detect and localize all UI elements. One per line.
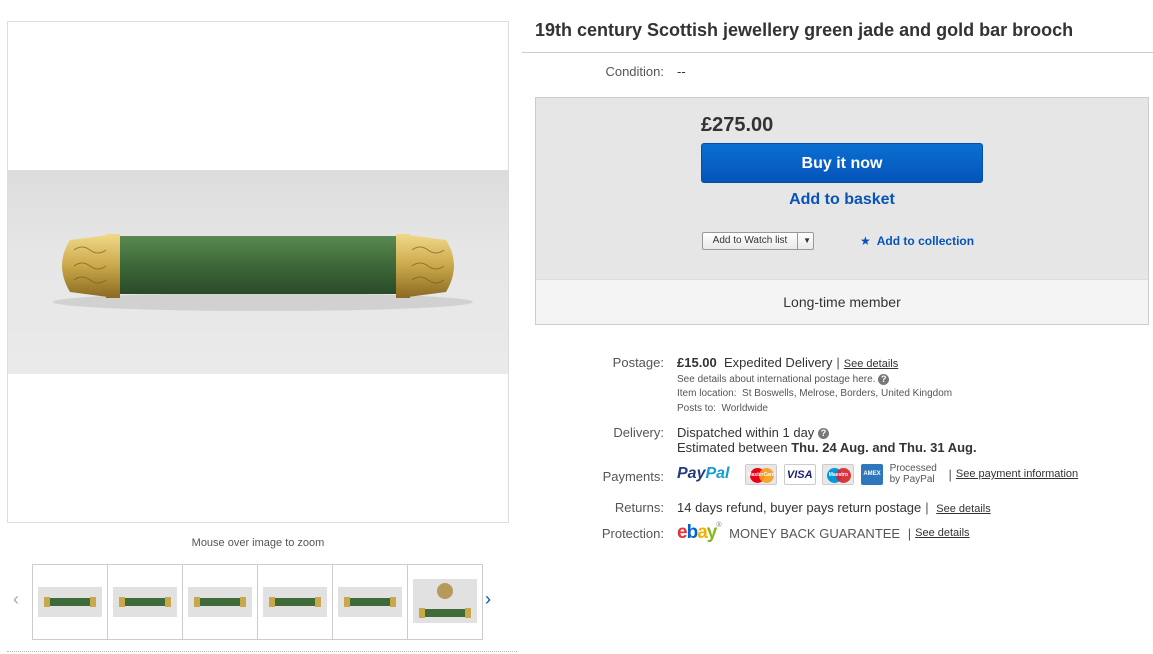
brooch-illustration [53,234,473,311]
thumbnail-5[interactable] [332,564,408,640]
thumbnail-3[interactable] [182,564,258,640]
ebay-logo-b: b [686,522,699,543]
condition-label: Condition: [605,64,664,79]
postage-see-details-link[interactable]: See details [844,358,898,370]
help-icon[interactable]: ? [878,374,890,385]
estimated-range: Thu. 24 Aug. and Thu. 31 Aug. [791,440,977,455]
protection-see-details-link[interactable]: See details [915,527,969,539]
brooch-photo [8,170,508,374]
seller-member-status: Long-time member [536,279,1148,324]
protection-row: ebay® MONEY BACK GUARANTEE | See details [677,522,970,543]
add-to-collection-label[interactable]: Add to collection [877,234,974,248]
processed-line2: by PayPal [889,474,935,485]
postage-row: £15.00 Expedited Delivery | See details [677,355,899,370]
returns-text: 14 days refund, buyer pays return postag… [677,500,922,515]
zoom-hint: Mouse over image to zoom [191,537,325,549]
protection-label: Protection: [601,526,664,541]
buy-box: £275.00 Buy it now Add to basket Add to … [535,97,1149,325]
delivery-label: Delivery: [613,425,664,440]
returns-see-details-link[interactable]: See details [936,503,990,515]
buy-it-now-button[interactable]: Buy it now [701,143,983,183]
paypal-logo-pay: Pay [677,465,706,482]
item-location-row: Item location: St Boswells, Melrose, Bor… [677,388,952,399]
item-title: 19th century Scottish jewellery green ja… [535,20,1074,40]
thumbnail-2[interactable] [107,564,183,640]
thumbnail-1[interactable] [32,564,108,640]
dispatch-text: Dispatched within 1 day [677,425,815,440]
international-postage-note: See details about international postage … [677,374,890,386]
amex-icon: AMEX [860,463,883,485]
item-price: £275.00 [701,114,774,136]
item-location-label: Item location: [677,388,737,399]
paypal-logo-pal: Pal [705,465,730,482]
posts-to-label: Posts to: [677,403,716,414]
thumbnail-6[interactable] [407,564,483,640]
see-payment-information-link[interactable]: See payment information [956,468,1078,480]
help-icon[interactable]: ? [817,428,829,440]
processed-line1: Processed [889,463,937,474]
ebay-logo-e: e [677,522,688,543]
dispatch-row: Dispatched within 1 day ? [677,425,829,440]
postage-label: Postage: [612,355,664,370]
posts-to-row: Posts to: Worldwide [677,403,768,414]
returns-label: Returns: [614,500,664,515]
chevron-right-icon[interactable]: › [485,588,491,610]
visa-icon: VISA [783,463,816,485]
thumbnail-4[interactable] [257,564,333,640]
international-postage-text: See details about international postage … [677,374,876,386]
postage-method: Expedited Delivery [724,355,833,370]
title-divider [522,52,1153,53]
estimated-delivery-row: Estimated between Thu. 24 Aug. and Thu. … [677,440,977,455]
estimated-prefix: Estimated between [677,440,788,455]
item-location-value: St Boswells, Melrose, Borders, United Ki… [742,388,953,399]
condition-value: -- [677,64,686,79]
money-back-guarantee: MONEY BACK GUARANTEE [729,525,901,541]
add-to-collection-link[interactable]: ★ Add to collection [860,234,974,248]
chevron-down-icon[interactable]: ▼ [803,234,811,248]
chevron-left-icon[interactable]: ‹ [13,588,19,610]
add-to-basket-button[interactable]: Add to basket [701,191,983,209]
returns-row: 14 days refund, buyer pays return postag… [677,500,991,515]
mastercard-text: MasterCard [747,471,775,478]
maestro-icon: Maestro [822,463,855,485]
thumbnail-strip: ‹ › [7,560,507,644]
add-to-watch-list-button[interactable]: Add to Watch list ▼ [702,232,814,250]
ebay-logo-y: y [706,522,718,543]
ebay-logo-a: a [697,522,708,543]
payments-label: Payments: [602,469,664,484]
processed-by-paypal: Processed by PayPal [890,463,937,485]
ebay-logo: ebay [677,522,718,543]
mastercard-icon: MasterCard [745,463,778,485]
maestro-text: Maestro [828,471,848,478]
postage-cost: £15.00 [677,355,717,370]
paypal-logo: PayPal [677,465,729,482]
posts-to-value: Worldwide [721,403,768,414]
main-product-image[interactable] [7,21,509,523]
divider [7,651,517,652]
star-icon: ★ [860,234,871,248]
watch-list-label[interactable]: Add to Watch list [703,233,798,249]
payments-row: PayPal MasterCard VISA Maestro AMEX Proc… [677,463,1079,485]
